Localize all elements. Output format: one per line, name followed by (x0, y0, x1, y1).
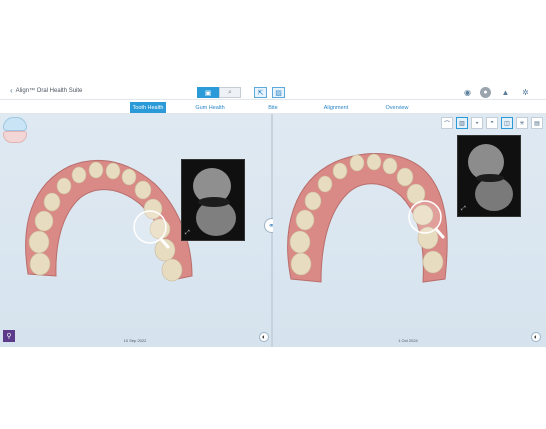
xray-teeth-right (468, 144, 513, 211)
graduation-cap-icon: ▲ (501, 88, 510, 97)
xray-image-right: ⤢ (457, 135, 521, 217)
scan-date-left: 10 Sep 2022 (123, 338, 147, 343)
scan-date-right: 1 Oct 2024 (398, 338, 418, 343)
chevron-left-icon: ‹ (10, 86, 13, 95)
search-button[interactable]: ⌕ (219, 87, 241, 98)
settings-button[interactable]: ✲ (520, 87, 531, 98)
image-button[interactable]: ▨ (272, 87, 285, 98)
tab-alignment[interactable]: Alignment (318, 102, 354, 113)
oral-health-app: ‹ Align™ Oral Health Suite ▣ ⌕ ⇱ ▨ ◉ ● ▲… (0, 85, 546, 347)
expand-icon[interactable]: ⤢ (461, 206, 466, 213)
folder-button[interactable]: ▣ (197, 87, 219, 98)
xray-teeth-left (193, 168, 236, 236)
tab-tooth-health[interactable]: Tooth Health (130, 102, 166, 113)
expand-icon[interactable]: ⤢ (185, 230, 190, 237)
app-header: ‹ Align™ Oral Health Suite ▣ ⌕ ⇱ ▨ ◉ ● ▲… (0, 85, 546, 100)
folder-icon: ▣ (204, 89, 212, 97)
user-avatar[interactable]: ● (480, 87, 491, 98)
analysis-tab-bar: Tooth Health Gum Health Bite Alignment O… (0, 101, 546, 114)
export-button[interactable]: ⇱ (254, 87, 267, 98)
tools-button[interactable]: ⚲ (3, 330, 15, 342)
scan-viewport-2022[interactable]: ⤢ ⚲ 10 Sep 2022 ◐ (0, 114, 271, 347)
contrast-toggle-right[interactable]: ◐ (531, 332, 541, 342)
tools-icon: ⚲ (6, 333, 12, 340)
image-icon: ▨ (275, 89, 282, 97)
xray-image-left: ⤢ (181, 159, 245, 241)
contrast-toggle-left[interactable]: ◐ (259, 332, 269, 342)
app-title: Align™ Oral Health Suite (15, 88, 83, 94)
scan-viewport-2024[interactable]: ⌒ ▥ ◒ ◓ ◫ ✳ ▤ ⤢ 1 Oct 2024 ◐ (273, 114, 546, 347)
tab-overview[interactable]: Overview (380, 102, 414, 113)
contrast-icon: ◐ (261, 333, 267, 341)
back-link[interactable]: ‹ Align™ Oral Health Suite (10, 86, 83, 95)
user-avatar-icon: ● (483, 89, 488, 96)
settings-gear-icon: ✲ (522, 88, 529, 97)
export-icon: ⇱ (257, 89, 264, 97)
learning-button[interactable]: ▲ (500, 87, 511, 98)
tab-gum-health[interactable]: Gum Health (190, 102, 230, 113)
camera-button[interactable]: ◉ (462, 87, 473, 98)
contrast-icon: ◐ (533, 333, 539, 341)
tab-bite[interactable]: Bite (262, 102, 284, 113)
search-icon: ⌕ (228, 88, 232, 96)
camera-icon: ◉ (464, 88, 471, 97)
